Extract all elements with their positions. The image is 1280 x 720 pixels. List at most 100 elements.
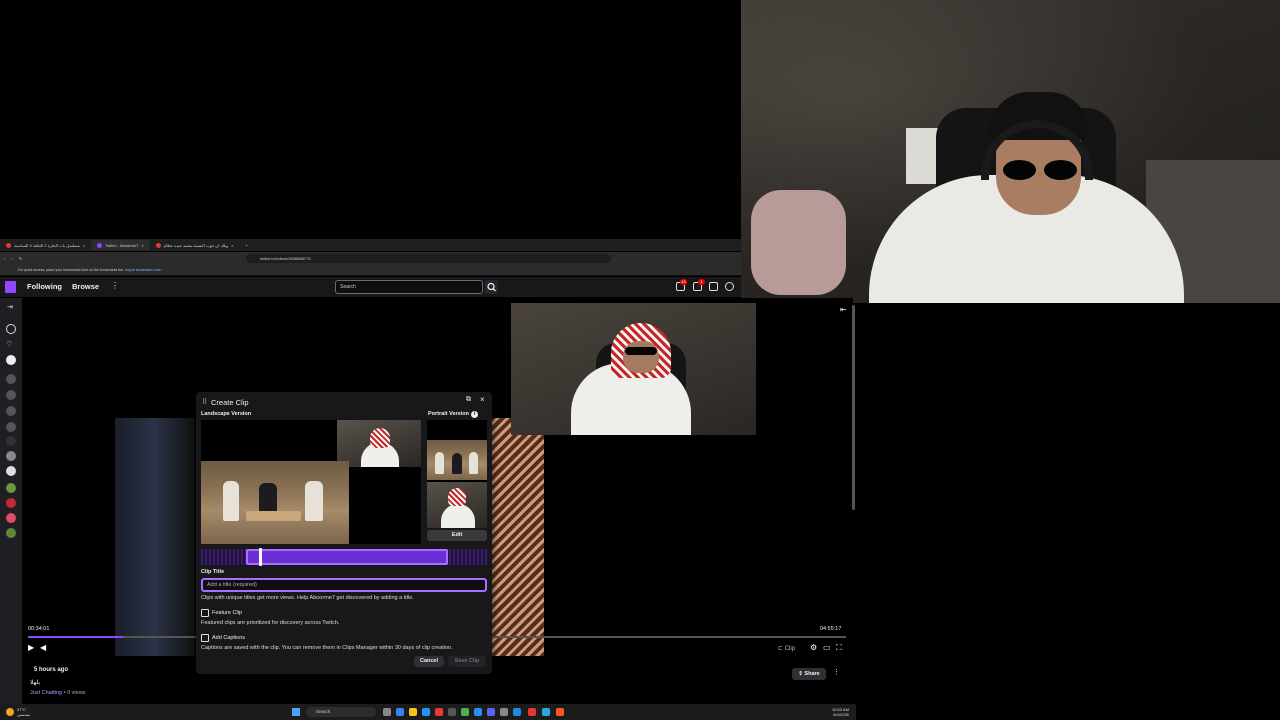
whispers-icon[interactable] [709,282,718,291]
popout-icon[interactable]: ⧉ [466,396,471,404]
youtube-icon [155,242,161,248]
title-hint: Clips with unique titles get more views.… [201,595,414,601]
edit-button[interactable]: Edit [427,530,487,541]
channel-avatar[interactable] [6,436,16,446]
stream-webcam-overlay [511,303,756,435]
theatre-mode-icon[interactable]: ▭ [823,643,831,652]
feature-clip-checkbox[interactable] [201,609,209,617]
video-category: Just Chatting • 0 views [30,690,86,696]
channel-avatar[interactable] [6,498,16,508]
fullscreen-icon[interactable]: ⛶ [836,643,842,653]
back-icon[interactable]: ‹ [4,256,5,261]
telegram-icon[interactable] [542,708,550,716]
new-tab-button[interactable]: + [240,240,254,250]
feature-hint: Featured clips are prioritized for disco… [201,620,340,626]
close-icon[interactable]: × [480,395,485,404]
expand-icon[interactable]: ⇥ [7,303,17,313]
video-frame-left [115,418,195,656]
add-captions-checkbox[interactable] [201,634,209,642]
portrait-preview [427,420,487,528]
feature-clip-label: Feature Clip [212,610,242,616]
notifications-badge: 13 [680,279,687,285]
search-icon[interactable] [485,280,498,294]
reload-icon[interactable]: ↻ [19,256,22,261]
current-time: 00:34:01 [28,626,50,632]
video-frame-right [490,418,544,656]
app-icon[interactable] [528,708,536,716]
app-icon[interactable] [556,708,564,716]
chrome-icon[interactable] [461,708,469,716]
app-icon[interactable] [448,708,456,716]
play-icon[interactable]: ▶ [28,643,34,652]
forward-icon[interactable]: › [11,256,12,261]
browser-tab-bar: مسلسل باب الحارة 2 الحلقة 4 السادسة × Twi… [0,239,741,251]
volume-icon[interactable]: ◀ [40,643,46,652]
share-button[interactable]: ⇪ Share [792,668,826,680]
avatar[interactable] [725,282,734,291]
import-bookmarks-link[interactable]: Import bookmarks now... [125,268,163,272]
taskbar-search[interactable]: Search [306,707,376,717]
browser-tab[interactable]: مسلسل باب الحارة 2 الحلقة 4 السادسة × [0,240,91,250]
close-icon[interactable]: × [141,243,143,248]
youtube-icon [6,242,11,248]
discord-icon[interactable] [487,708,495,716]
category-link[interactable]: Just Chatting [30,690,62,696]
channel-avatar[interactable] [6,406,16,416]
clip-timeline[interactable] [201,548,487,566]
app-icon[interactable] [422,708,430,716]
windows-taskbar: 37°C مشمس Search 10:53 AM 6/4/2026 [0,704,856,720]
recommended-icon[interactable] [6,324,16,334]
portrait-label: Portrait Version i [428,411,478,418]
windows-start-icon[interactable] [292,708,300,716]
save-clip-button[interactable]: Save Clip [448,656,486,667]
dialog-title: Create Clip [211,398,249,407]
file-explorer-icon[interactable] [409,708,417,716]
search-input[interactable]: Search [335,280,483,294]
share-icon: ⇪ [798,671,803,677]
duration: 04:55:17 [820,626,842,632]
channel-avatar[interactable] [6,355,16,365]
info-icon[interactable]: i [470,411,478,418]
video-title: يلهلا [30,680,41,686]
settings-icon[interactable]: ⚙ [810,643,817,652]
app-icon[interactable] [513,708,521,716]
video-time-ago: 5 hours ago [34,667,69,673]
clip-range[interactable] [246,549,448,565]
playhead-handle[interactable] [259,548,262,566]
nav-browse[interactable]: Browse [72,282,99,291]
app-icon[interactable] [500,708,508,716]
collapse-chat-icon[interactable]: ⇤ [840,305,847,314]
more-options-icon[interactable]: ⋮ [833,668,840,676]
channel-avatar[interactable] [6,528,16,538]
close-icon[interactable]: × [83,243,85,248]
more-menu-icon[interactable]: ⋮ [111,281,119,290]
twitch-icon [97,242,103,248]
channel-avatar[interactable] [6,390,16,400]
cancel-button[interactable]: Cancel [414,656,444,667]
heart-icon[interactable]: ♡ [6,340,16,350]
create-clip-dialog: ⠿ Create Clip ⧉ × Landscape Version Port… [196,392,492,674]
task-view-icon[interactable] [383,708,391,716]
channel-avatar[interactable] [6,374,16,384]
app-icon[interactable] [396,708,404,716]
twitch-logo-icon[interactable] [5,281,16,293]
close-icon[interactable]: × [231,243,233,248]
clip-title-input[interactable] [201,578,487,592]
drag-handle-icon[interactable]: ⠿ [202,398,207,406]
system-clock[interactable]: 10:53 AM 6/4/2026 [832,707,849,717]
weather-icon[interactable] [6,708,14,716]
channel-avatar[interactable] [6,513,16,523]
channel-avatar[interactable] [6,451,16,461]
weather-widget[interactable]: 37°C مشمس [17,707,30,717]
browser-tab[interactable]: ويلك ان جوب البصمة محمد عبده عظام × [150,240,240,250]
address-bar[interactable]: twitch.tv/videos/2836668773 [246,254,611,263]
clip-button[interactable]: ⊏ Clip [778,645,795,652]
channel-avatar[interactable] [6,422,16,432]
app-icon[interactable] [474,708,482,716]
nav-following[interactable]: Following [27,282,62,291]
scrollbar[interactable] [852,305,855,510]
channel-avatar[interactable] [6,483,16,493]
channel-avatar[interactable] [6,466,16,476]
browser-tab-active[interactable]: Twitch - Aboorme7 × [91,240,150,250]
app-icon[interactable] [435,708,443,716]
